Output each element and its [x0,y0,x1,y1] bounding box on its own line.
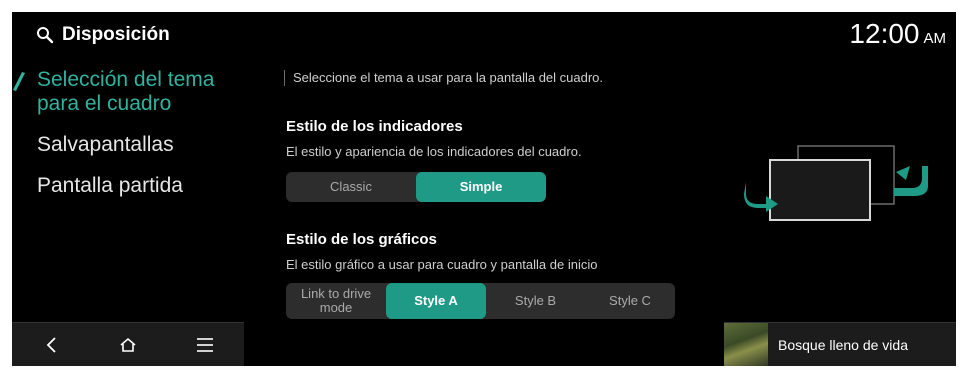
option-link-to-drive-mode[interactable]: Link to drive mode [286,283,386,319]
sidebar-item-split-screen[interactable]: Pantalla partida [12,174,244,198]
screen: Disposición 12:00 AM Selección del tema … [12,12,956,366]
sidebar-item-label: Pantalla partida [37,174,183,197]
sidebar: Selección del tema para el cuadro Salvap… [12,62,244,198]
sidebar-item-label-line1: Selección del tema [37,68,215,91]
active-marker-icon [13,72,25,91]
option-style-b[interactable]: Style B [486,283,585,319]
home-icon [120,337,136,352]
menu-button[interactable] [185,325,225,365]
indicators-style-selector: Classic Simple [286,172,546,202]
option-simple[interactable]: Simple [416,172,546,202]
album-art [724,323,768,366]
option-style-a[interactable]: Style A [386,283,486,319]
search-icon [37,27,54,44]
back-icon [46,337,56,353]
menu-icon [197,338,214,352]
option-style-c[interactable]: Style C [585,283,675,319]
clock-time: 12:00 [849,18,920,49]
clock: 12:00 AM [849,18,946,50]
clock-ampm: AM [923,30,947,47]
media-widget[interactable]: Bosque lleno de vida [724,322,956,366]
home-button[interactable] [108,325,148,365]
option-classic[interactable]: Classic [286,172,416,202]
graphics-description: El estilo gráfico a usar para cuadro y p… [286,257,598,272]
indicators-title: Estilo de los indicadores [286,118,463,135]
intro-text: Seleccione el tema a usar para la pantal… [284,70,704,86]
search-title[interactable]: Disposición [36,22,170,48]
graphics-style-selector: Link to drive mode Style A Style B Style… [286,283,675,319]
sidebar-item-cluster-theme[interactable]: Selección del tema para el cuadro [12,68,244,116]
intro-text-wrap: Seleccione el tema a usar para la pantal… [284,70,704,86]
sidebar-item-label: Salvapantallas [37,133,174,156]
back-button[interactable] [31,325,71,365]
bottom-navigation [12,322,244,366]
graphics-title: Estilo de los gráficos [286,231,437,248]
media-title: Bosque lleno de vida [778,337,908,353]
sidebar-item-screensaver[interactable]: Salvapantallas [12,133,244,157]
theme-switch-illustration [744,145,928,221]
page-title: Disposición [62,24,170,45]
sidebar-item-label-line2: para el cuadro [37,92,172,115]
indicators-description: El estilo y apariencia de los indicadore… [286,144,582,159]
